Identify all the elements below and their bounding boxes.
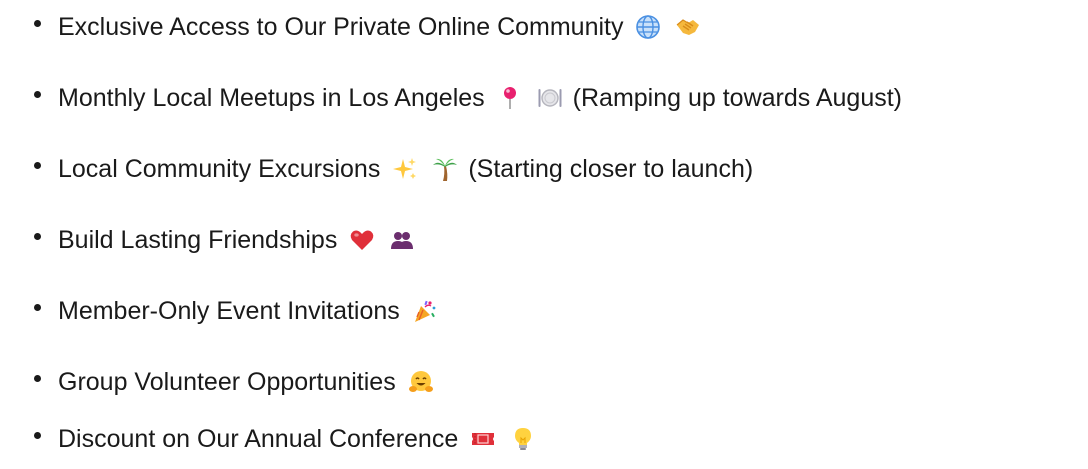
item-label: Member-Only Event Invitations: [58, 297, 400, 325]
item-label: Build Lasting Friendships: [58, 226, 338, 254]
ticket-icon: [470, 426, 496, 452]
handshake-icon: [675, 14, 701, 40]
list-item: Group Volunteer Opportunities: [0, 360, 1088, 404]
bullet-icon: [34, 432, 41, 439]
item-text: Discount on Our Annual Conference: [58, 417, 536, 461]
bullet-icon: [34, 20, 41, 27]
item-text: Local Community Excursions (Starting clo…: [58, 147, 753, 191]
plate-icon: [537, 85, 563, 111]
sparkles-icon: [392, 156, 418, 182]
list-item: Build Lasting Friendships: [0, 218, 1088, 262]
globe-icon: [635, 14, 661, 40]
bullet-icon: [34, 91, 41, 98]
item-note: (Ramping up towards August): [572, 84, 902, 112]
item-label: Local Community Excursions: [58, 155, 381, 183]
list-item: Exclusive Access to Our Private Online C…: [0, 5, 1088, 49]
item-text: Monthly Local Meetups in Los Angeles (Ra…: [58, 76, 902, 120]
item-label: Group Volunteer Opportunities: [58, 368, 396, 396]
item-label: Exclusive Access to Our Private Online C…: [58, 13, 624, 41]
hugging-face-icon: [408, 369, 434, 395]
bullet-icon: [34, 162, 41, 169]
list-item: Discount on Our Annual Conference: [0, 417, 1088, 461]
bullet-icon: [34, 233, 41, 240]
light-bulb-icon: [510, 426, 536, 452]
list-item: Local Community Excursions (Starting clo…: [0, 147, 1088, 191]
bullet-icon: [34, 304, 41, 311]
item-text: Member-Only Event Invitations: [58, 289, 438, 333]
round-pushpin-icon: [497, 85, 523, 111]
list-item: Member-Only Event Invitations: [0, 289, 1088, 333]
two-people-icon: [389, 227, 415, 253]
list-item: Monthly Local Meetups in Los Angeles (Ra…: [0, 76, 1088, 120]
party-popper-icon: [412, 298, 438, 324]
item-text: Build Lasting Friendships: [58, 218, 415, 262]
palm-tree-icon: [432, 156, 458, 182]
red-heart-icon: [349, 227, 375, 253]
item-label: Monthly Local Meetups in Los Angeles: [58, 84, 485, 112]
bullet-icon: [34, 375, 41, 382]
item-label: Discount on Our Annual Conference: [58, 425, 459, 453]
item-text: Exclusive Access to Our Private Online C…: [58, 5, 701, 49]
item-note: (Starting closer to launch): [468, 155, 754, 183]
item-text: Group Volunteer Opportunities: [58, 360, 434, 404]
